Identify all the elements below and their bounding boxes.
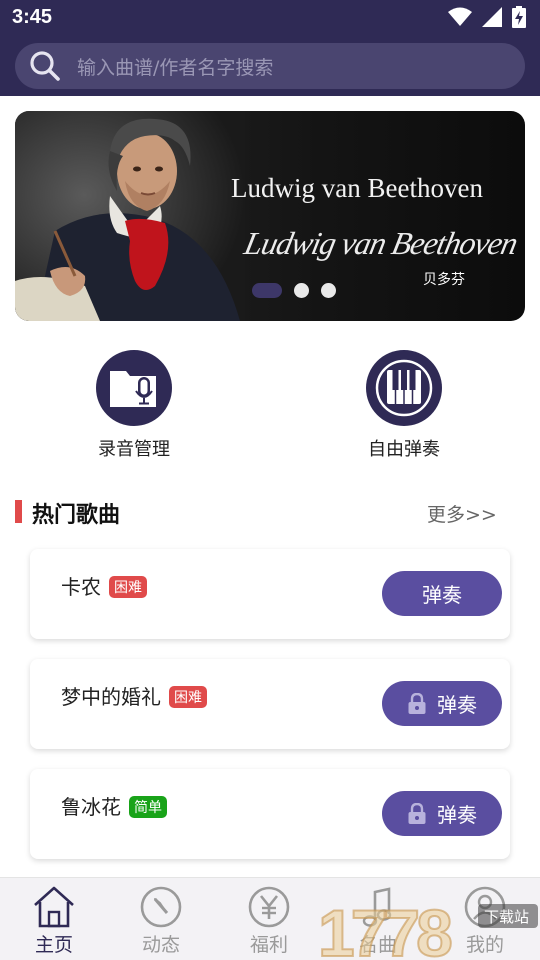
song-title: 梦中的婚礼 <box>61 685 161 709</box>
carousel-dot[interactable] <box>321 283 336 298</box>
svg-text:下载站: 下载站 <box>484 908 529 926</box>
home-icon <box>34 886 74 928</box>
banner-carousel[interactable]: Ludwig van Beethoven Ludwig van Beethove… <box>15 111 525 321</box>
song-title: 鲁冰花 <box>61 795 121 819</box>
section-accent-bar <box>15 500 22 523</box>
status-time: 3:45 <box>12 6 53 28</box>
song-title-row: 卡农 困难 <box>61 571 147 600</box>
compass-icon <box>140 886 182 928</box>
search-input[interactable]: 输入曲谱/作者名字搜索 <box>77 53 273 80</box>
search-icon[interactable] <box>27 48 63 84</box>
nav-welfare[interactable]: 福利 <box>224 884 314 957</box>
more-link[interactable]: 更多>> <box>427 500 497 527</box>
folder-mic-icon <box>110 371 156 407</box>
play-button[interactable]: 弹奏 <box>382 571 502 616</box>
watermark-logo: 1778 下载站 <box>318 895 538 960</box>
difficulty-badge: 困难 <box>169 686 207 708</box>
banner-signature: Ludwig van Beethoven <box>241 225 521 261</box>
wifi-icon <box>448 7 472 26</box>
song-card[interactable]: 梦中的婚礼 困难 弹奏 <box>30 659 510 749</box>
nav-welfare-label: 福利 <box>249 934 288 956</box>
signal-icon <box>482 7 502 27</box>
recording-circle[interactable] <box>96 350 172 426</box>
recording-management-button[interactable]: 录音管理 <box>59 350 209 461</box>
play-button-locked[interactable]: 弹奏 <box>382 791 502 836</box>
play-button-label: 弹奏 <box>437 803 477 827</box>
banner-subtitle: 贝多芬 <box>423 272 465 288</box>
battery-charging-icon <box>512 6 526 28</box>
carousel-indicator <box>252 283 336 298</box>
yen-icon <box>248 886 290 928</box>
song-card[interactable]: 卡农 困难 弹奏 <box>30 549 510 639</box>
nav-feed-label: 动态 <box>141 934 180 956</box>
section-title: 热门歌曲 <box>32 503 121 528</box>
nav-home[interactable]: 主页 <box>9 884 99 957</box>
play-button-label: 弹奏 <box>437 693 477 717</box>
lock-icon <box>408 692 426 714</box>
nav-home-label: 主页 <box>34 934 73 956</box>
recording-management-label: 录音管理 <box>98 439 170 460</box>
nav-feed[interactable]: 动态 <box>116 884 206 957</box>
piano-keys-icon <box>375 359 433 417</box>
status-icons <box>448 6 526 28</box>
song-title-row: 梦中的婚礼 困难 <box>61 681 207 710</box>
free-play-button[interactable]: 自由弹奏 <box>329 350 479 461</box>
carousel-dot-active[interactable] <box>252 283 282 298</box>
free-play-circle[interactable] <box>366 350 442 426</box>
top-bar: 3:45 输入曲谱/作者名字搜索 <box>0 0 540 96</box>
beethoven-portrait-image <box>15 111 245 321</box>
play-button-label: 弹奏 <box>422 583 462 607</box>
song-card[interactable]: 鲁冰花 简单 弹奏 <box>30 769 510 859</box>
song-title-row: 鲁冰花 简单 <box>61 791 167 820</box>
search-bar[interactable]: 输入曲谱/作者名字搜索 <box>15 43 525 89</box>
carousel-dot[interactable] <box>294 283 309 298</box>
svg-text:1778: 1778 <box>318 896 451 960</box>
song-title: 卡农 <box>61 575 101 599</box>
difficulty-badge: 困难 <box>109 576 147 598</box>
banner-title: Ludwig van Beethoven <box>231 173 483 203</box>
lock-icon <box>408 802 426 824</box>
difficulty-badge: 简单 <box>129 796 167 818</box>
play-button-locked[interactable]: 弹奏 <box>382 681 502 726</box>
free-play-label: 自由弹奏 <box>368 439 440 460</box>
